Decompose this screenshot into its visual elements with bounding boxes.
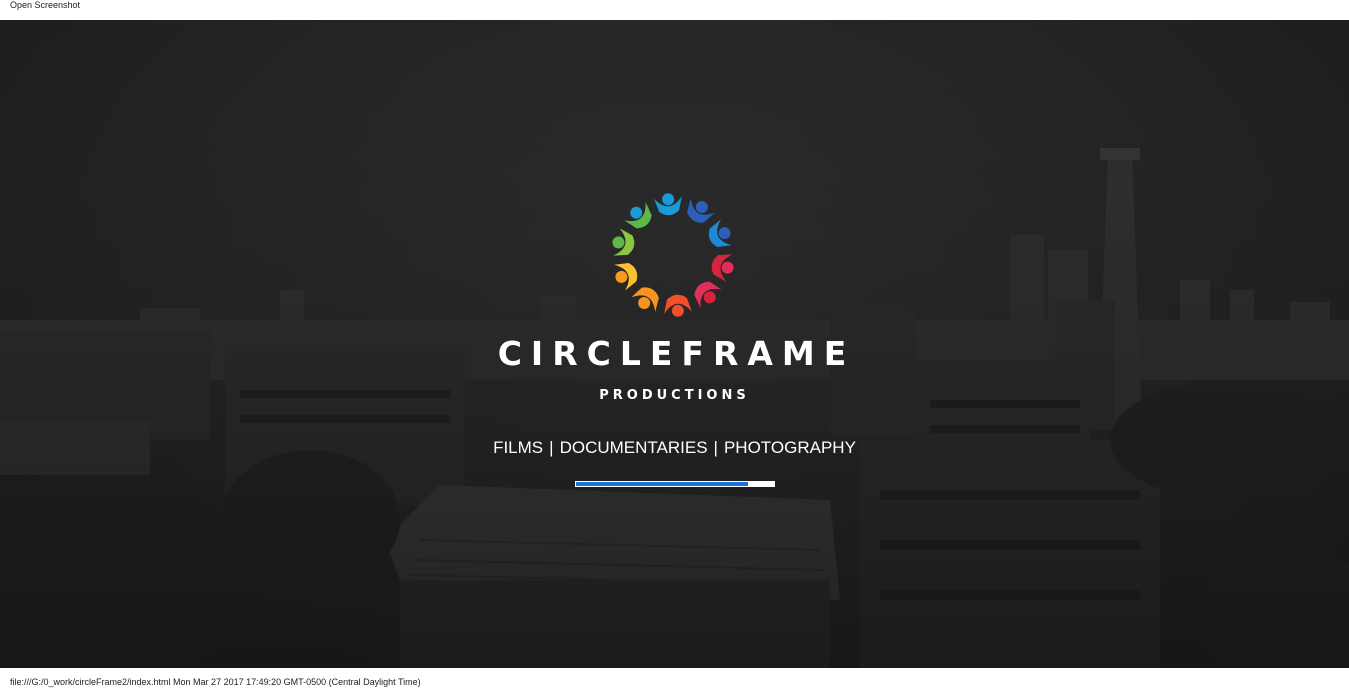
brand-title: CIRCLEFRAME xyxy=(497,334,856,373)
brand-subtitle: PRODUCTIONS xyxy=(599,388,750,403)
tagline: FILMS | DOCUMENTARIES | PHOTOGRAPHY xyxy=(0,438,1349,458)
tagline-films: FILMS xyxy=(493,438,544,457)
loading-progress-fill xyxy=(576,482,748,486)
status-bar-text: file:///G:/0_work/circleFrame2/index.htm… xyxy=(10,677,421,687)
tagline-documentaries: DOCUMENTARIES xyxy=(559,438,708,457)
status-bar: file:///G:/0_work/circleFrame2/index.htm… xyxy=(0,668,1349,688)
circleframe-logo-icon xyxy=(612,193,734,317)
loading-progress-bar xyxy=(575,481,775,487)
tagline-separator: | xyxy=(713,438,718,457)
tagline-photography: PHOTOGRAPHY xyxy=(723,438,856,457)
open-screenshot-label[interactable]: Open Screenshot xyxy=(10,0,80,10)
tagline-separator: | xyxy=(549,438,554,457)
top-bar: Open Screenshot xyxy=(0,0,1349,20)
splash-screen: CIRCLEFRAME PRODUCTIONS FILMS | DOCUMENTAR… xyxy=(0,20,1349,668)
